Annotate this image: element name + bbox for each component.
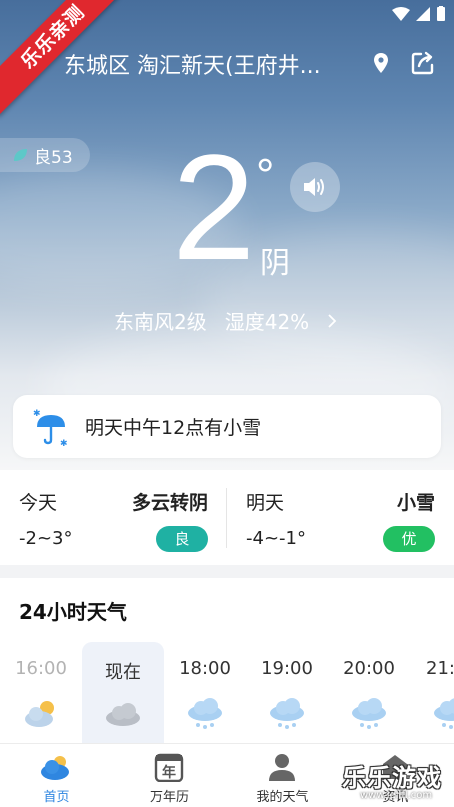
nav-label: 我的天气 <box>256 790 309 805</box>
speaker-icon <box>304 178 324 196</box>
voice-broadcast-button[interactable] <box>290 162 340 212</box>
wind-humidity-row[interactable]: 东南风2级 湿度42% <box>114 306 337 335</box>
cloudy-icon <box>106 703 140 726</box>
hour-item[interactable]: 16:00 <box>0 642 82 743</box>
nav-calendar[interactable]: 年 万年历 <box>113 744 226 807</box>
leaf-shape <box>14 149 27 161</box>
home-weather-icon <box>41 756 69 780</box>
precipitation-alert-card[interactable]: ✱ ✱ 明天中午12点有小雪 <box>13 395 441 458</box>
two-day-forecast: 今天 多云转阴 -2~3° 良 明天 小雪 -4~-1° 优 <box>0 470 454 565</box>
site-watermark: 乐乐游戏 www.lellfl.com <box>338 752 454 807</box>
leaf-icon <box>14 149 27 161</box>
nav-label: 万年历 <box>149 790 189 805</box>
degree-symbol: ° <box>256 149 275 201</box>
signal-icon <box>416 7 430 21</box>
hour-item-current[interactable]: 现在 <box>82 642 164 743</box>
battery-icon <box>437 6 445 21</box>
hour-time: 现在 <box>105 662 141 683</box>
partly-cloudy-icon <box>25 701 54 727</box>
aqi-label: 良53 <box>34 147 73 168</box>
forecast-weather: 多云转阴 <box>131 492 208 514</box>
nav-label: 首页 <box>43 790 70 805</box>
snow-icon <box>188 698 222 729</box>
calendar-icon: 年 <box>154 753 184 782</box>
forecast-aqi-badge: 良 <box>156 526 208 552</box>
aqi-badge[interactable]: 良53 <box>0 138 90 172</box>
wifi-icon <box>392 7 410 21</box>
current-condition: 阴 <box>260 246 290 281</box>
snow-icon <box>434 698 454 729</box>
nav-home[interactable]: 首页 <box>0 744 113 807</box>
hour-item[interactable]: 18:00 <box>164 642 246 743</box>
svg-text:✱: ✱ <box>60 439 68 447</box>
watermark-text: 乐乐游戏 <box>342 764 442 792</box>
hour-time: 21: <box>426 658 454 679</box>
forecast-tomorrow[interactable]: 明天 小雪 -4~-1° 优 <box>227 470 454 565</box>
umbrella-icon: ✱ ✱ <box>33 409 68 447</box>
forecast-today[interactable]: 今天 多云转阴 -2~3° 良 <box>0 470 227 565</box>
calendar-char: 年 <box>162 764 176 781</box>
hour-time: 20:00 <box>343 658 395 679</box>
chevron-right-icon <box>328 313 337 328</box>
hour-time: 19:00 <box>261 658 313 679</box>
top-header: 东城区 淘汇新天(王府井... <box>0 40 454 86</box>
hour-time: 16:00 <box>15 658 67 679</box>
share-icon[interactable] <box>410 50 436 76</box>
location-title[interactable]: 东城区 淘汇新天(王府井... <box>64 48 354 80</box>
alert-text: 明天中午12点有小雪 <box>85 417 262 439</box>
location-pin-icon[interactable] <box>372 52 390 74</box>
snow-icon <box>352 698 386 729</box>
hour-item[interactable]: 21: <box>410 642 454 743</box>
hour-item[interactable]: 19:00 <box>246 642 328 743</box>
hour-item[interactable]: 20:00 <box>328 642 410 743</box>
hour-time: 18:00 <box>179 658 231 679</box>
snow-icon <box>270 698 304 729</box>
person-icon <box>269 754 295 781</box>
current-temperature: 2 <box>172 123 256 291</box>
watermark-url: www.lellfl.com <box>360 790 433 801</box>
hourly-forecast-panel: 24小时天气 16:00 现在 18:00 19:00 20:00 21: <box>0 578 454 743</box>
hourly-title: 24小时天气 <box>19 600 127 624</box>
nav-my-weather[interactable]: 我的天气 <box>226 744 339 807</box>
forecast-temp: -4~-1° <box>246 528 306 549</box>
forecast-temp: -2~3° <box>19 528 73 549</box>
forecast-day: 今天 <box>19 492 58 514</box>
forecast-day: 明天 <box>246 492 285 514</box>
forecast-aqi-badge: 优 <box>383 526 435 552</box>
forecast-weather: 小雪 <box>396 492 435 514</box>
wind-text: 东南风2级 <box>114 310 207 334</box>
humidity-text: 湿度42% <box>224 310 310 334</box>
svg-text:✱: ✱ <box>33 409 41 419</box>
